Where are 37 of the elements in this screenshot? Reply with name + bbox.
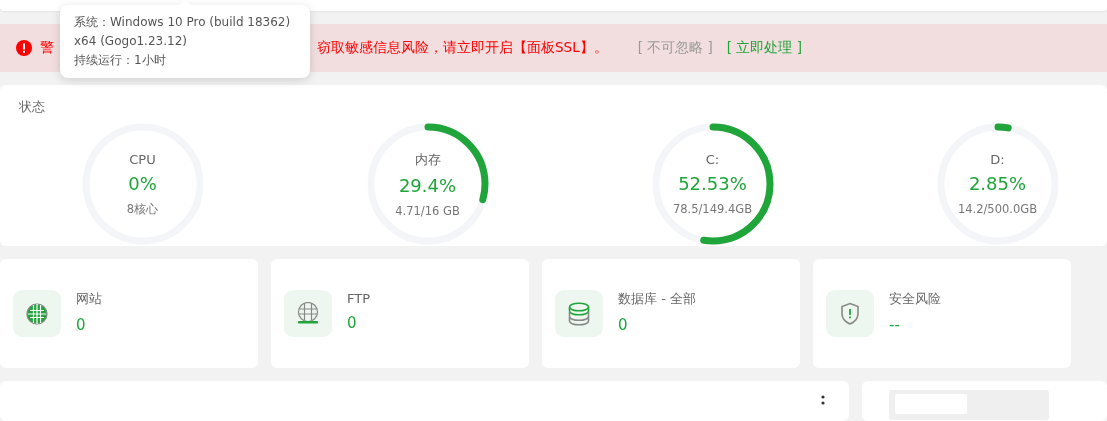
gauge-value: 52.53% xyxy=(678,173,747,194)
more-icon[interactable] xyxy=(821,395,825,405)
gauge-label: 内存 xyxy=(414,150,441,169)
stat-label: 安全风险 xyxy=(889,289,941,308)
gauge-detail: 78.5/149.4GB xyxy=(672,202,753,216)
section-title: 状态 xyxy=(19,99,45,116)
gauge-value: 2.85% xyxy=(968,173,1027,194)
stat-card[interactable]: 数据库 - 全部 0 xyxy=(542,259,800,368)
stat-card[interactable]: 安全风险 -- xyxy=(813,259,1071,368)
stat-value: 0 xyxy=(618,315,629,334)
database-icon xyxy=(568,301,590,326)
gauge-label: CPU xyxy=(129,151,156,167)
stat-value: 0 xyxy=(347,314,358,332)
gauge-label: D: xyxy=(990,152,1005,167)
stat-value: 0 xyxy=(76,315,87,334)
gauge-detail: 8核心 xyxy=(126,201,159,217)
shield-icon xyxy=(840,301,860,326)
warning-text: 警 xyxy=(40,38,54,57)
tooltip-line: 持续运行：1小时 xyxy=(74,52,167,69)
ignore-label: [ 不可忽略 ] xyxy=(637,38,713,57)
stat-label: FTP xyxy=(347,291,371,306)
globe-icon xyxy=(296,301,320,326)
tooltip-line: x64 (Gogo1.23.12) xyxy=(74,33,188,50)
gauge-label: C: xyxy=(705,152,720,167)
stat-card[interactable]: 网站 0 xyxy=(0,259,258,368)
stat-value: -- xyxy=(889,315,901,334)
gauge-value: 0% xyxy=(128,172,157,194)
gauge-detail: 14.2/500.0GB xyxy=(957,202,1038,216)
warning-icon xyxy=(16,39,32,56)
stat-card[interactable]: FTP 0 xyxy=(271,259,529,368)
stat-label: 数据库 - 全部 xyxy=(618,289,696,308)
gauge-detail: 4.71/16 GB xyxy=(395,203,460,218)
warning-text: 窃取敏感信息风险，请立即开启【面板SSL】。 xyxy=(317,38,608,57)
stat-label: 网站 xyxy=(76,289,102,308)
gauge-value: 29.4% xyxy=(398,174,457,196)
globe-icon xyxy=(26,302,48,325)
tooltip-line: 系统：Windows 10 Pro (build 18362) xyxy=(74,14,292,31)
